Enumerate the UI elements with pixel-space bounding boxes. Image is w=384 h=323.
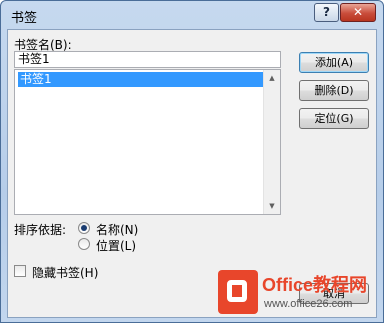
goto-button[interactable]: 定位(G) [299,108,369,129]
bookmark-name-input[interactable]: 书签1 [14,51,281,68]
close-button[interactable]: ✕ [340,3,376,22]
list-item[interactable]: 书签1 [17,71,266,88]
scroll-down-icon[interactable]: ▼ [264,198,280,214]
watermark-title: Office教程网 [262,275,368,295]
sort-by-location-label[interactable]: 位置(L) [96,237,136,254]
title-bar[interactable]: 书签 ? ✕ [1,1,383,31]
scroll-up-icon[interactable]: ▲ [264,70,280,86]
sort-by-name-label[interactable]: 名称(N) [96,221,138,238]
office-logo-icon [218,270,258,314]
scrollbar[interactable]: ▲ ▼ [263,70,280,214]
radio-selected-icon[interactable] [78,222,90,234]
hidden-bookmarks-label[interactable]: 隐藏书签(H) [32,264,98,281]
add-button[interactable]: 添加(A) [299,52,369,73]
checkbox-icon[interactable] [14,265,26,277]
delete-button[interactable]: 删除(D) [299,80,369,101]
watermark: Office教程网 www.office26.com [214,265,384,323]
help-button[interactable]: ? [314,3,339,22]
dialog-title: 书签 [11,11,38,26]
sort-by-label: 排序依据: [14,223,67,237]
watermark-url: www.office26.com [264,298,353,310]
radio-unselected-icon[interactable] [78,238,90,250]
bookmark-list[interactable]: 书签1 ▲ ▼ [14,69,281,215]
